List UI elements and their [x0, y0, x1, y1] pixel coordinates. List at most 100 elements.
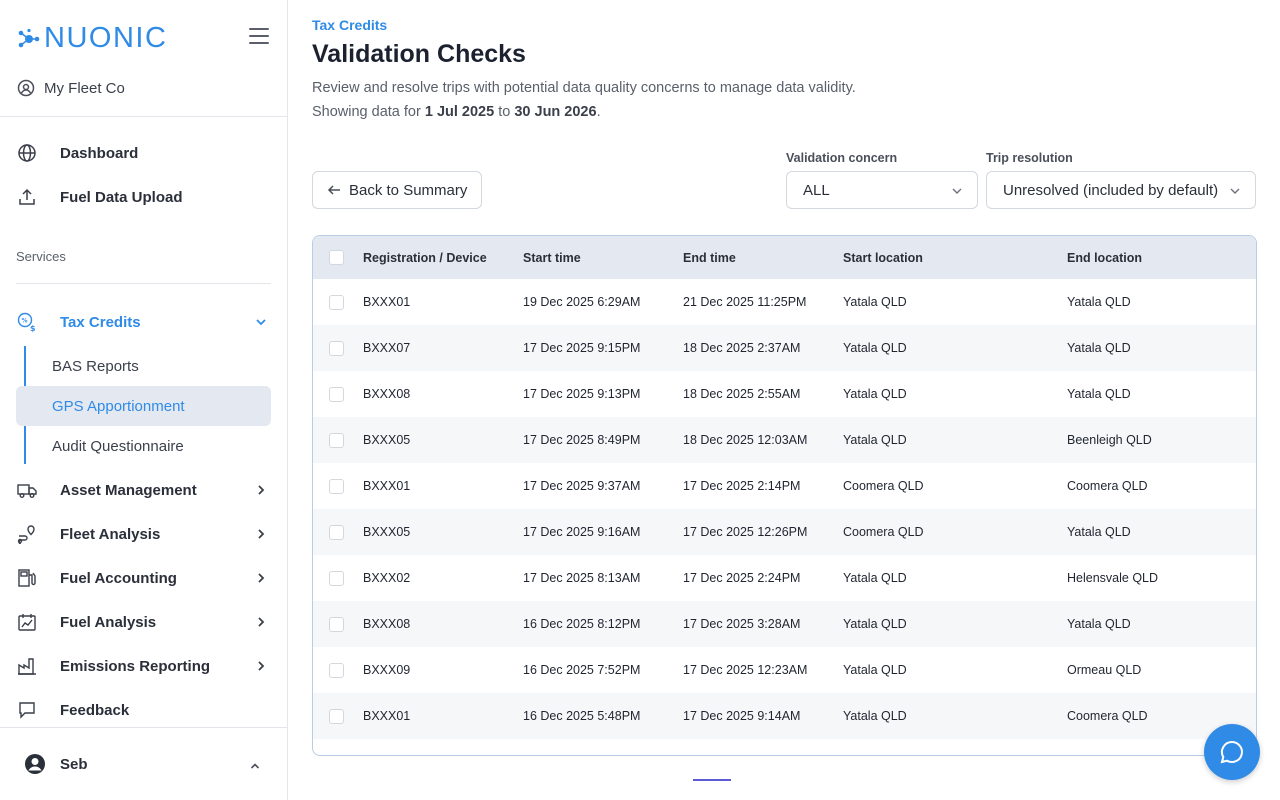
end-time-cell: 17 Dec 2025 12:26PM	[683, 525, 808, 539]
date-range-text: Showing data for 1 Jul 2025 to 30 Jun 20…	[312, 104, 601, 120]
column-header-registration[interactable]: Registration / Device	[363, 236, 523, 279]
start-time-cell: 16 Dec 2025 5:48PM	[523, 709, 641, 723]
start-location-cell: Yatala QLD	[843, 663, 907, 677]
table-row[interactable]: BXXX05 17 Dec 2025 8:49PM 18 Dec 2025 12:0…	[313, 417, 1256, 463]
divider	[0, 116, 287, 117]
registration-cell: BXXX05	[363, 433, 411, 447]
nav-label: Dashboard	[60, 144, 139, 162]
services-section-label: Services	[16, 249, 66, 264]
nav-fuel-analysis[interactable]: Fuel Analysis	[16, 604, 272, 640]
row-checkbox-cell	[313, 647, 363, 693]
row-checkbox-cell	[313, 279, 363, 325]
end-time-cell: 17 Dec 2025 2:24PM	[683, 571, 801, 585]
start-time-cell: 17 Dec 2025 9:37AM	[523, 479, 641, 493]
start-time-cell: 16 Dec 2025 7:52PM	[523, 663, 641, 677]
select-all-checkbox[interactable]	[329, 250, 344, 266]
row-checkbox[interactable]	[329, 708, 344, 724]
chat-support-button[interactable]	[1204, 724, 1260, 780]
registration-cell: BXXX01	[363, 295, 411, 309]
row-checkbox-cell	[313, 325, 363, 371]
row-checkbox[interactable]	[329, 432, 344, 448]
table-row[interactable]: BXXX08 16 Dec 2025 8:12PM 17 Dec 2025 3:28…	[313, 601, 1256, 647]
menu-toggle-icon[interactable]	[249, 28, 269, 44]
brand-name: NUONIC	[44, 22, 168, 54]
breadcrumb[interactable]: Tax Credits	[312, 17, 387, 33]
start-time-cell: 17 Dec 2025 8:49PM	[523, 433, 641, 447]
table-body: BXXX01 19 Dec 2025 6:29AM 21 Dec 2025 11:2…	[313, 279, 1256, 739]
column-header-start-time[interactable]: Start time	[523, 236, 683, 279]
nav-tax-credits[interactable]: % $ Tax Credits	[16, 304, 272, 340]
table-row[interactable]: BXXX09 16 Dec 2025 7:52PM 17 Dec 2025 12:2…	[313, 647, 1256, 693]
factory-icon	[16, 655, 38, 677]
end-time-cell: 17 Dec 2025 12:23AM	[683, 663, 808, 677]
date-to: 30 Jun 2026	[514, 104, 597, 120]
nav-bas-reports[interactable]: BAS Reports	[16, 346, 271, 386]
calendar-chart-icon	[16, 611, 38, 633]
start-time-cell: 17 Dec 2025 9:13PM	[523, 387, 641, 401]
brand-logo[interactable]: NUONIC	[18, 22, 167, 55]
app: NUONIC My Fleet Co Dashboard Fuel Data U…	[0, 0, 1280, 800]
end-location-cell: Beenleigh QLD	[1067, 433, 1152, 447]
column-header-start-location[interactable]: Start location	[843, 236, 1067, 279]
nav-fuel-accounting[interactable]: Fuel Accounting	[16, 560, 272, 596]
back-to-summary-button[interactable]: Back to Summary	[312, 171, 482, 209]
page-title: Validation Checks	[312, 40, 526, 68]
divider	[16, 283, 271, 284]
column-header-end-time[interactable]: End time	[683, 236, 843, 279]
table-row[interactable]: BXXX08 17 Dec 2025 9:13PM 18 Dec 2025 2:55…	[313, 371, 1256, 417]
row-checkbox-cell	[313, 371, 363, 417]
trip-resolution-select[interactable]: Unresolved (included by default)	[986, 171, 1256, 209]
chat-icon	[1220, 740, 1243, 764]
nav-audit-questionnaire[interactable]: Audit Questionnaire	[16, 426, 271, 466]
svg-text:$: $	[30, 324, 36, 333]
nav-label: Fuel Analysis	[60, 613, 157, 631]
nav-feedback[interactable]: Feedback	[16, 692, 272, 728]
chevron-down-icon	[256, 319, 266, 326]
row-checkbox[interactable]	[329, 386, 344, 402]
table-row[interactable]: BXXX07 17 Dec 2025 9:15PM 18 Dec 2025 2:37…	[313, 325, 1256, 371]
user-name: Seb	[60, 755, 88, 773]
row-checkbox[interactable]	[329, 570, 344, 586]
row-checkbox[interactable]	[329, 294, 344, 310]
validation-concern-select[interactable]: ALL	[786, 171, 978, 209]
nav-fleet-analysis[interactable]: Fleet Analysis	[16, 516, 272, 552]
row-checkbox[interactable]	[329, 478, 344, 494]
end-time-cell: 17 Dec 2025 2:14PM	[683, 479, 801, 493]
start-location-cell: Yatala QLD	[843, 617, 907, 631]
registration-cell: BXXX07	[363, 341, 411, 355]
row-checkbox[interactable]	[329, 616, 344, 632]
table-row[interactable]: BXXX01 16 Dec 2025 5:48PM 17 Dec 2025 9:14…	[313, 693, 1256, 739]
row-checkbox[interactable]	[329, 524, 344, 540]
arrow-left-icon	[327, 185, 340, 195]
nav-dashboard[interactable]: Dashboard	[16, 135, 272, 171]
back-button-label: Back to Summary	[349, 181, 468, 199]
chevron-right-icon	[258, 485, 265, 495]
table-header-row: Registration / Device Start time End tim…	[313, 236, 1256, 279]
nav-gps-apportionment[interactable]: GPS Apportionment	[16, 386, 271, 426]
sidebar: NUONIC My Fleet Co Dashboard Fuel Data U…	[0, 0, 288, 800]
nav-emissions-reporting[interactable]: Emissions Reporting	[16, 648, 272, 684]
org-switch-icon	[17, 79, 35, 97]
registration-cell: BXXX08	[363, 617, 411, 631]
scroll-indicator	[693, 779, 731, 781]
end-time-cell: 17 Dec 2025 9:14AM	[683, 709, 801, 723]
row-checkbox[interactable]	[329, 662, 344, 678]
org-switcher[interactable]: My Fleet Co	[16, 78, 125, 98]
column-header-end-location[interactable]: End location	[1067, 236, 1256, 279]
end-location-cell: Yatala QLD	[1067, 617, 1131, 631]
table-row[interactable]: BXXX01 17 Dec 2025 9:37AM 17 Dec 2025 2:14…	[313, 463, 1256, 509]
row-checkbox[interactable]	[329, 340, 344, 356]
start-time-cell: 17 Dec 2025 9:16AM	[523, 525, 641, 539]
nav-asset-management[interactable]: Asset Management	[16, 472, 272, 508]
table-row[interactable]: BXXX02 17 Dec 2025 8:13AM 17 Dec 2025 2:24…	[313, 555, 1256, 601]
end-time-cell: 17 Dec 2025 3:28AM	[683, 617, 801, 631]
user-menu[interactable]: Seb	[0, 727, 287, 800]
table-row[interactable]: BXXX05 17 Dec 2025 9:16AM 17 Dec 2025 12:2…	[313, 509, 1256, 555]
nav-fuel-data-upload[interactable]: Fuel Data Upload	[16, 179, 272, 215]
end-time-cell: 18 Dec 2025 12:03AM	[683, 433, 808, 447]
nav-label: Asset Management	[60, 481, 197, 499]
date-from: 1 Jul 2025	[424, 104, 495, 120]
nav-label: Feedback	[60, 701, 130, 719]
table-row[interactable]: BXXX01 19 Dec 2025 6:29AM 21 Dec 2025 11:2…	[313, 279, 1256, 325]
registration-cell: BXXX09	[363, 663, 411, 677]
